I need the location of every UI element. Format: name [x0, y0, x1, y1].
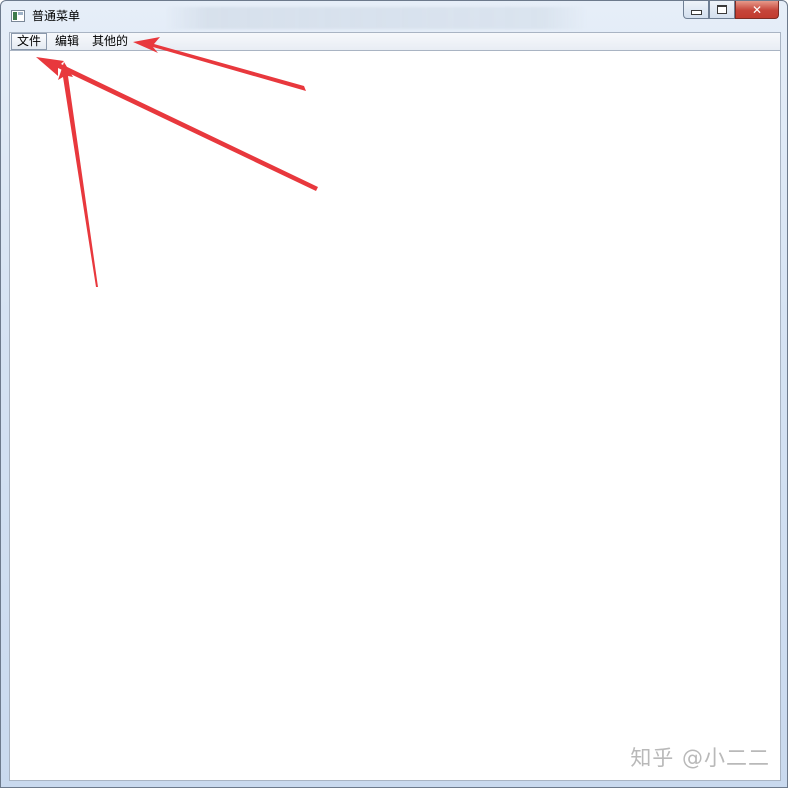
maximize-icon	[717, 5, 727, 14]
menu-item-other[interactable]: 其他的	[87, 33, 133, 50]
minimize-button[interactable]	[683, 1, 709, 19]
client-area[interactable]	[9, 51, 781, 781]
close-button[interactable]: ✕	[735, 1, 779, 19]
menu-item-file[interactable]: 文件	[11, 33, 48, 50]
minimize-icon	[690, 9, 702, 15]
watermark-text: 知乎 @小二二	[630, 746, 770, 770]
app-window: 普通菜单 ✕ 文件 编辑 其他的	[0, 0, 788, 788]
blurred-taskbar-tabs	[166, 7, 586, 29]
window-app-icon[interactable]	[11, 10, 25, 22]
caption-buttons: ✕	[683, 1, 779, 21]
menu-bar: 文件 编辑 其他的	[9, 32, 781, 51]
maximize-button[interactable]	[709, 1, 735, 19]
close-icon: ✕	[751, 2, 763, 17]
menu-item-edit[interactable]: 编辑	[50, 33, 84, 50]
title-bar[interactable]: 普通菜单 ✕	[1, 1, 787, 31]
window-title: 普通菜单	[32, 9, 81, 23]
